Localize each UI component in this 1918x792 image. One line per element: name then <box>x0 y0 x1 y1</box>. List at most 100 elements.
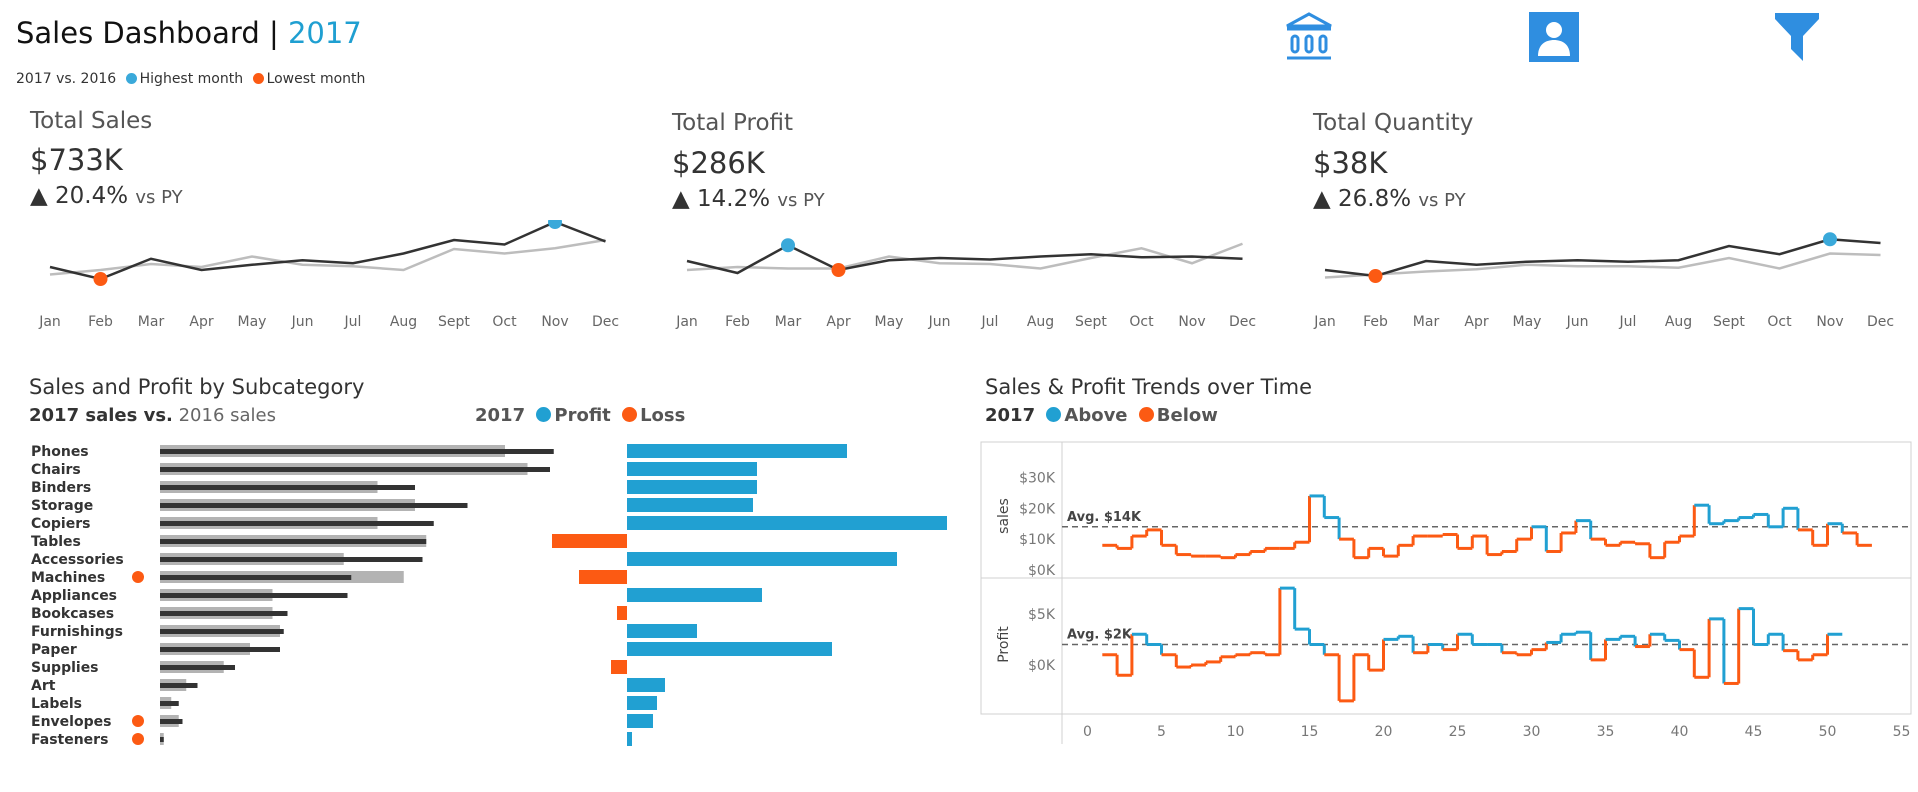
trends-legend: 2017 Above Below <box>985 405 1218 426</box>
current-year-bar <box>160 485 415 490</box>
month-tick-label: May <box>1513 314 1542 330</box>
legend-highest: Highest month <box>139 71 244 87</box>
profit-bar <box>627 498 753 512</box>
current-year-line <box>1324 237 1881 278</box>
month-tick-label: Jun <box>928 314 951 330</box>
profit-dot-icon <box>536 407 552 422</box>
month-tick-label: Jan <box>38 314 61 330</box>
x-tick-label: 5 <box>1157 724 1166 740</box>
current-year-bar <box>160 557 423 562</box>
profit-bar <box>627 732 632 746</box>
month-tick-label: Jan <box>675 314 698 330</box>
subcategory-label: Accessories <box>31 552 124 568</box>
subcategory-label: Furnishings <box>31 624 123 640</box>
kpi-profit-title: Total Profit <box>672 110 794 136</box>
profit-bar <box>627 678 665 692</box>
profit-bar <box>627 462 757 476</box>
axis-label: Profit <box>996 626 1012 663</box>
subcategory-label: Appliances <box>31 588 117 604</box>
y-tick-label: $10K <box>1019 532 1056 548</box>
current-year-bar <box>160 647 280 652</box>
profit-bar <box>627 714 653 728</box>
month-tick-label: Oct <box>1129 314 1154 330</box>
loss-dot-icon <box>622 407 638 422</box>
subcategory-label: Art <box>31 678 56 694</box>
profit-bar <box>627 516 947 530</box>
profit-sparkline: Jan Feb Mar Apr May Jun Jul Aug Sept Oct Nov Dec <box>675 238 1256 330</box>
title-year: 2017 <box>287 16 362 50</box>
profit-bar <box>627 696 657 710</box>
month-tick-label: Dec <box>592 314 619 330</box>
x-tick-label: 30 <box>1523 724 1541 740</box>
y-tick-label: $30K <box>1019 470 1056 486</box>
quantity-sparkline: Jan Feb Mar Apr May Jun Jul Aug Sept Oct Nov Dec <box>1313 232 1894 330</box>
trends-legend-year: 2017 <box>985 405 1036 426</box>
month-tick-label: Nov <box>1816 314 1843 330</box>
highest-month-marker <box>781 238 795 253</box>
current-year-bar <box>160 701 179 706</box>
current-year-bar <box>160 665 235 670</box>
month-tick-label: Jun <box>291 314 314 330</box>
kpi-sales-change: ▲ 20.4% vs PY <box>30 183 183 209</box>
legend-prior: 2016 sales <box>178 405 277 426</box>
bank-icon[interactable] <box>1283 12 1335 62</box>
current-year-bar <box>160 683 198 688</box>
current-year-bar <box>160 593 348 598</box>
month-tick-label: Jun <box>1566 314 1589 330</box>
x-tick-label: 35 <box>1597 724 1615 740</box>
prior-year-line <box>49 238 606 276</box>
month-tick-label: Mar <box>1413 314 1440 330</box>
subcategory-label: Storage <box>31 498 93 514</box>
page-title: Sales Dashboard | 2017 <box>16 16 362 50</box>
month-tick-label: Apr <box>1464 314 1488 330</box>
current-year-bar <box>160 629 284 634</box>
loss-bar <box>611 660 627 674</box>
subcategory-label: Envelopes <box>31 714 111 730</box>
subcategory-label: Fasteners <box>31 732 108 748</box>
y-tick-label: $5K <box>1028 607 1056 623</box>
y-tick-label: $0K <box>1028 563 1056 579</box>
highest-dot-icon <box>125 73 137 84</box>
x-tick-label: 40 <box>1671 724 1689 740</box>
month-tick-label: Nov <box>541 314 568 330</box>
current-year-bar <box>160 611 288 616</box>
kpi-profit-change: ▲ 14.2% vs PY <box>672 186 825 212</box>
month-tick-label: May <box>875 314 904 330</box>
loss-marker <box>132 733 144 745</box>
user-profile-icon[interactable] <box>1529 12 1579 62</box>
month-tick-label: Aug <box>390 314 417 330</box>
profit-bar <box>627 444 847 458</box>
kpi-profit-pct: 14.2% <box>697 186 771 212</box>
legend-compare: 2017 vs. 2016 <box>16 71 117 87</box>
current-year-bar <box>160 467 550 472</box>
highest-month-marker <box>1823 232 1837 247</box>
subcategory-label: Machines <box>31 570 105 586</box>
kpi-quantity-value: $38K <box>1313 146 1388 180</box>
x-tick-label: 0 <box>1083 724 1092 740</box>
kpi-quantity-pct: 26.8% <box>1338 186 1412 212</box>
current-year-bar <box>160 449 554 454</box>
x-tick-label: 45 <box>1745 724 1763 740</box>
y-tick-label: $20K <box>1019 501 1056 517</box>
legend-profit: Profit <box>554 405 611 426</box>
subcategory-legend: 2017 sales vs. 2016 sales <box>29 405 276 426</box>
month-tick-label: Dec <box>1867 314 1894 330</box>
axis-label: sales <box>996 498 1012 534</box>
loss-bar <box>552 534 627 548</box>
x-tick-label: 50 <box>1819 724 1837 740</box>
loss-marker <box>132 715 144 727</box>
month-tick-label: Jan <box>1313 314 1336 330</box>
kpi-quantity-change: ▲ 26.8% vs PY <box>1313 186 1466 212</box>
filter-icon[interactable] <box>1774 12 1820 62</box>
lowest-month-marker <box>1368 269 1383 283</box>
month-tick-label: Jul <box>344 314 362 330</box>
current-year-bar <box>160 503 468 508</box>
x-tick-label: 20 <box>1375 724 1393 740</box>
highest-month-marker <box>548 220 562 229</box>
up-triangle-icon: ▲ <box>672 186 690 212</box>
kpi-quantity-vs: vs PY <box>1418 190 1466 211</box>
current-year-bar <box>160 539 427 544</box>
subcategory-label: Binders <box>31 480 91 496</box>
month-tick-label: Nov <box>1178 314 1205 330</box>
loss-marker <box>132 571 144 583</box>
